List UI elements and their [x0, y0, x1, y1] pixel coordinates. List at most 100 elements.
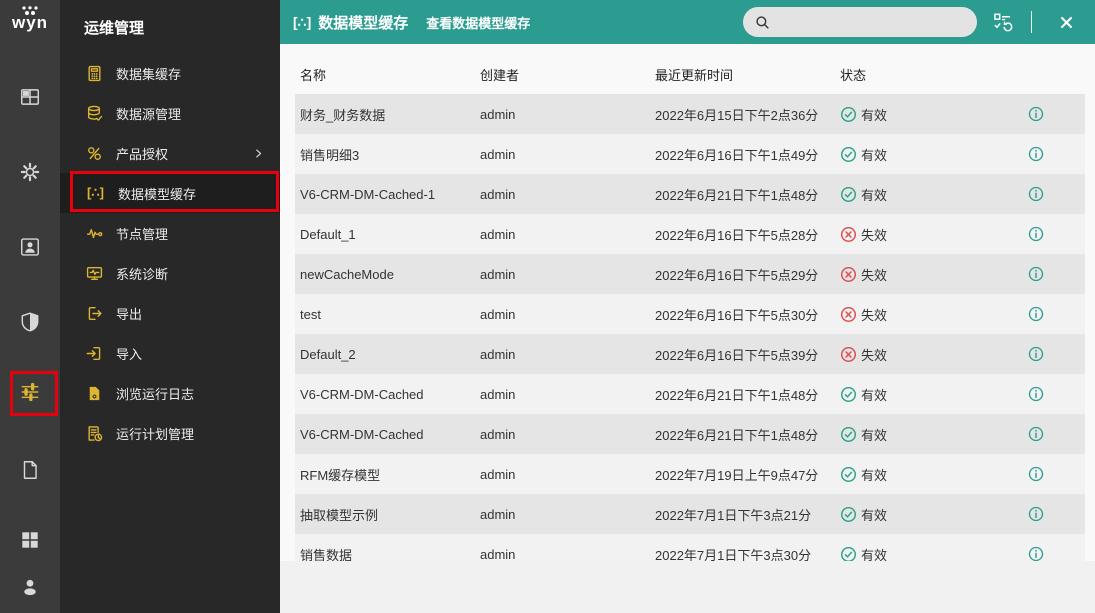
column-header-creator[interactable]: 创建者: [480, 65, 655, 84]
sidebar-item-label: 浏览运行日志: [116, 386, 195, 402]
close-icon[interactable]: [1058, 14, 1075, 31]
document-icon[interactable]: [19, 459, 41, 481]
info-icon[interactable]: [1028, 186, 1044, 202]
table-row[interactable]: V6-CRM-DM-Cached-1 admin 2022年6月21日下午1点48分…: [295, 174, 1085, 214]
info-icon[interactable]: [1028, 546, 1044, 561]
cache-creator: admin: [480, 466, 516, 482]
info-icon[interactable]: [1028, 266, 1044, 282]
sidebar-item-node[interactable]: 节点管理: [60, 213, 280, 253]
search-box[interactable]: [743, 7, 977, 37]
table-row[interactable]: Default_1 admin 2022年6月16日下午5点28分 失效: [295, 214, 1085, 254]
cache-updated-time: 2022年6月21日下午1点48分: [655, 427, 819, 443]
cache-name: RFM缓存模型: [300, 467, 381, 483]
cache-updated-time: 2022年7月1日下午3点30分: [655, 547, 812, 562]
column-header-status[interactable]: 状态: [840, 65, 1025, 84]
cache-name: newCacheMode: [300, 266, 394, 282]
column-header-name[interactable]: 名称: [300, 65, 480, 84]
cache-name: V6-CRM-DM-Cached: [300, 426, 424, 442]
sidebar-item-diagnosis[interactable]: 系统诊断: [60, 253, 280, 293]
cache-creator: admin: [480, 546, 516, 562]
table-row[interactable]: 财务_财务数据 admin 2022年6月15日下午2点36分 有效: [295, 94, 1085, 134]
cache-name: Default_1: [300, 226, 356, 242]
table-row[interactable]: V6-CRM-DM-Cached admin 2022年6月21日下午1点48分 有效: [295, 374, 1085, 414]
status-badge: 有效: [840, 145, 1025, 164]
status-valid-icon: [840, 386, 857, 403]
info-icon[interactable]: [1028, 106, 1044, 122]
sidebar-item-label: 产品授权: [116, 146, 169, 162]
cache-name: 财务_财务数据: [300, 107, 386, 123]
table-row[interactable]: Default_2 admin 2022年6月16日下午5点39分 失效: [295, 334, 1085, 374]
user-card-icon[interactable]: [19, 236, 41, 258]
status-valid-icon: [840, 106, 857, 123]
sidebar: 运维管理 数据集缓存 数据源管理 产品授权 [∴] 数据模型缓存 节点管理 系统诊断 导出 导入…: [60, 0, 280, 613]
grid-icon[interactable]: [19, 529, 41, 551]
status-label: 失效: [861, 227, 888, 243]
logo-text: wyn: [11, 13, 49, 32]
chevron-right-icon: [253, 148, 264, 159]
license-icon: [86, 145, 103, 162]
status-label: 有效: [861, 547, 888, 562]
sidebar-item-dataset-cache[interactable]: 数据集缓存: [60, 53, 280, 93]
cache-creator: admin: [480, 306, 516, 322]
table-row[interactable]: 销售明细3 admin 2022年6月16日下午1点49分 有效: [295, 134, 1085, 174]
schedule-icon: [86, 425, 103, 442]
info-icon[interactable]: [1028, 346, 1044, 362]
status-label: 有效: [861, 467, 888, 483]
sidebar-item-export[interactable]: 导出: [60, 293, 280, 333]
sidebar-item-logs[interactable]: 浏览运行日志: [60, 373, 280, 413]
cache-name: 销售明细3: [300, 147, 360, 163]
cache-creator: admin: [480, 186, 516, 202]
app-rail: wyn: [0, 0, 60, 613]
datasource-icon: [86, 105, 103, 122]
diagnosis-icon: [86, 265, 103, 282]
sidebar-item-label: 数据模型缓存: [118, 186, 197, 202]
sidebar-item-license[interactable]: 产品授权: [60, 133, 280, 173]
cache-updated-time: 2022年6月16日下午5点39分: [655, 347, 819, 363]
status-label: 有效: [861, 187, 888, 203]
table-row[interactable]: 销售数据 admin 2022年7月1日下午3点30分 有效: [295, 534, 1085, 561]
status-badge: 有效: [840, 465, 1025, 484]
status-badge: 有效: [840, 505, 1025, 524]
table-row[interactable]: 抽取模型示例 admin 2022年7月1日下午3点21分 有效: [295, 494, 1085, 534]
cache-creator: admin: [480, 386, 516, 402]
sidebar-item-datasource[interactable]: 数据源管理: [60, 93, 280, 133]
sidebar-item-schedule[interactable]: 运行计划管理: [60, 413, 280, 453]
status-label: 失效: [861, 267, 888, 283]
sidebar-item-import[interactable]: 导入: [60, 333, 280, 373]
cache-creator: admin: [480, 426, 516, 442]
info-icon[interactable]: [1028, 466, 1044, 482]
info-icon[interactable]: [1028, 226, 1044, 242]
person-icon[interactable]: [19, 576, 41, 598]
topbar: [∴] 数据模型缓存 查看数据模型缓存: [280, 0, 1095, 44]
batch-refresh-tasks-icon[interactable]: [993, 12, 1014, 33]
table-row[interactable]: V6-CRM-DM-Cached admin 2022年6月21日下午1点48分 有效: [295, 414, 1085, 454]
cache-updated-time: 2022年6月21日下午1点48分: [655, 387, 819, 403]
sidebar-item-data-model[interactable]: [∴] 数据模型缓存: [60, 173, 280, 213]
shield-icon[interactable]: [19, 311, 41, 333]
sliders-icon[interactable]: [19, 381, 41, 403]
main-content: [∴] 数据模型缓存 查看数据模型缓存 名称 创建者 最近更新时间 状态 财务_…: [280, 0, 1095, 613]
cache-creator: admin: [480, 146, 516, 162]
status-invalid-icon: [840, 266, 857, 283]
status-label: 有效: [861, 387, 888, 403]
sidebar-item-label: 数据集缓存: [116, 66, 182, 82]
status-label: 失效: [861, 307, 888, 323]
gear-icon[interactable]: [19, 161, 41, 183]
search-input[interactable]: [777, 13, 965, 31]
info-icon[interactable]: [1028, 306, 1044, 322]
sidebar-item-label: 运行计划管理: [116, 426, 195, 442]
table-row[interactable]: newCacheMode admin 2022年6月16日下午5点29分 失效: [295, 254, 1085, 294]
column-header-updated[interactable]: 最近更新时间: [655, 65, 840, 84]
info-icon[interactable]: [1028, 426, 1044, 442]
info-icon[interactable]: [1028, 146, 1044, 162]
status-valid-icon: [840, 506, 857, 523]
table-row[interactable]: test admin 2022年6月16日下午5点30分 失效: [295, 294, 1085, 334]
table-row[interactable]: RFM缓存模型 admin 2022年7月19日上午9点47分 有效: [295, 454, 1085, 494]
wyn-logo[interactable]: wyn: [0, 6, 60, 32]
info-icon[interactable]: [1028, 386, 1044, 402]
status-label: 有效: [861, 147, 888, 163]
cache-name: V6-CRM-DM-Cached: [300, 386, 424, 402]
info-icon[interactable]: [1028, 506, 1044, 522]
page-subtitle: 查看数据模型缓存: [426, 15, 531, 31]
window-icon[interactable]: [19, 86, 41, 108]
